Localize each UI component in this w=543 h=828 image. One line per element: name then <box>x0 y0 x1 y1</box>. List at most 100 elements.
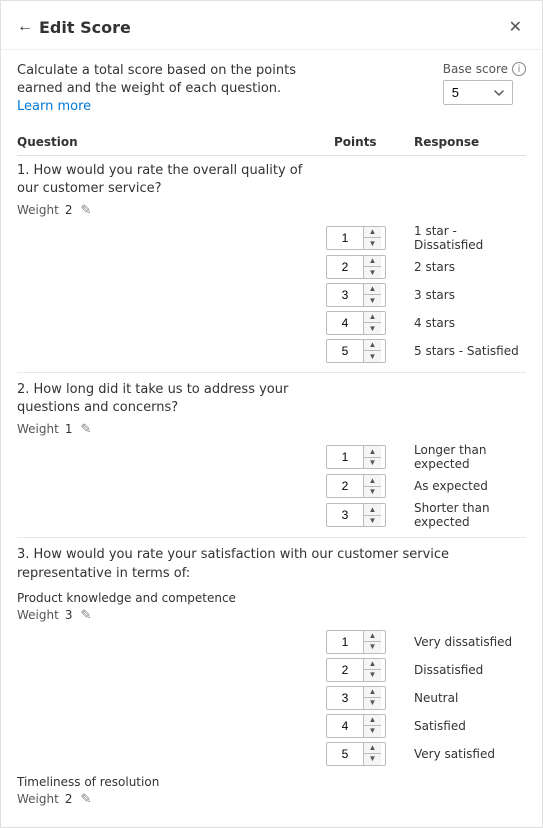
q2-r1-up[interactable]: ▲ <box>364 446 381 458</box>
close-button[interactable]: ✕ <box>505 15 526 39</box>
q1-r4-up[interactable]: ▲ <box>364 312 381 324</box>
q3-sub2-weight-row: Weight 2 ✎ <box>17 791 526 807</box>
table-row: ▲ ▼ 2 stars <box>17 254 526 280</box>
table-row: ▲ ▼ 1 star - Dissatisfied <box>17 224 526 252</box>
q3-r4-up[interactable]: ▲ <box>364 715 381 727</box>
q1-r5-up[interactable]: ▲ <box>364 340 381 352</box>
q1-meta: 1. How would you rate the overall qualit… <box>17 162 326 224</box>
q3-r3-down[interactable]: ▼ <box>364 698 381 709</box>
q1-r5-input[interactable] <box>327 340 363 362</box>
q1-r1-label: 1 star - Dissatisfied <box>406 224 526 252</box>
q3-r4-label: Satisfied <box>406 719 526 733</box>
q2-r3-up[interactable]: ▲ <box>364 504 381 516</box>
q1-r1-down[interactable]: ▼ <box>364 238 381 249</box>
table-row: ▲ ▼ Neutral <box>17 685 526 711</box>
q3-r5-label: Very satisfied <box>406 747 526 761</box>
q3-r4-input[interactable] <box>327 715 363 737</box>
back-button[interactable]: ← <box>17 16 39 38</box>
table-row: ▲ ▼ Shorter than expected <box>17 501 526 529</box>
q2-r2-label: As expected <box>406 479 526 493</box>
q1-edit-weight-button[interactable]: ✎ <box>78 202 93 218</box>
q3-sub1-label: Product knowledge and competence <box>17 591 326 605</box>
q3-r5-down[interactable]: ▼ <box>364 754 381 765</box>
col-response: Response <box>406 135 526 149</box>
q3-r1-input[interactable] <box>327 631 363 653</box>
table-row: ▲ ▼ 4 stars <box>17 310 526 336</box>
q2-r2-input[interactable] <box>327 475 363 497</box>
q1-responses: ▲ ▼ 1 star - Dissatisfied ▲ <box>17 224 526 364</box>
dialog-header: ← Edit Score ✕ <box>1 1 542 50</box>
q2-text: 2. How long did it take us to address yo… <box>17 381 326 417</box>
q2-header-row: 2. How long did it take us to address yo… <box>17 381 526 443</box>
q2-edit-weight-button[interactable]: ✎ <box>78 421 93 437</box>
q1-r2-input[interactable] <box>327 256 363 278</box>
q3-sub2-label: Timeliness of resolution <box>17 775 526 789</box>
q1-r5-label: 5 stars - Satisfied <box>406 344 526 358</box>
q2-r2-up[interactable]: ▲ <box>364 475 381 487</box>
q1-r2-down[interactable]: ▼ <box>364 267 381 278</box>
q1-header-row: 1. How would you rate the overall qualit… <box>17 162 526 224</box>
q2-r1-down[interactable]: ▼ <box>364 458 381 469</box>
q1-r4-input[interactable] <box>327 312 363 334</box>
q2-r1-label: Longer than expected <box>406 443 526 471</box>
q1-r2-label: 2 stars <box>406 260 526 274</box>
q3-r4-down[interactable]: ▼ <box>364 726 381 737</box>
q1-r1-spinner: ▲ ▼ <box>326 226 386 250</box>
q1-r4-label: 4 stars <box>406 316 526 330</box>
q3-r3-input[interactable] <box>327 687 363 709</box>
q2-r2-down[interactable]: ▼ <box>364 487 381 498</box>
intro-row: Calculate a total score based on the poi… <box>17 62 526 117</box>
q2-r3-down[interactable]: ▼ <box>364 516 381 527</box>
q3-r5-input[interactable] <box>327 743 363 765</box>
q3-sub1-meta: Product knowledge and competence Weight … <box>17 587 326 629</box>
q3-r2-label: Dissatisfied <box>406 663 526 677</box>
q1-r3-label: 3 stars <box>406 288 526 302</box>
q1-r1-up[interactable]: ▲ <box>364 227 381 239</box>
q1-text: 1. How would you rate the overall qualit… <box>17 162 326 198</box>
q3-sub1-weight-row: Weight 3 ✎ <box>17 607 326 623</box>
q1-r3-up[interactable]: ▲ <box>364 284 381 296</box>
q3-sub1-edit-weight-button[interactable]: ✎ <box>78 607 93 623</box>
q1-r5-down[interactable]: ▼ <box>364 351 381 362</box>
edit-score-dialog: ← Edit Score ✕ Calculate a total score b… <box>0 0 543 828</box>
q2-r3-label: Shorter than expected <box>406 501 526 529</box>
q3-r5-up[interactable]: ▲ <box>364 743 381 755</box>
q1-r1-input[interactable] <box>327 227 363 249</box>
base-score-group: Base score i 5 1 2 3 4 10 <box>443 62 526 105</box>
table-row: ▲ ▼ Very satisfied <box>17 741 526 767</box>
table-row: ▲ ▼ As expected <box>17 473 526 499</box>
col-question: Question <box>17 135 326 149</box>
q3-sub2-weight-value: 2 <box>65 792 73 806</box>
base-score-select[interactable]: 5 1 2 3 4 10 <box>443 80 513 105</box>
q1-r3-input[interactable] <box>327 284 363 306</box>
q1-r3-down[interactable]: ▼ <box>364 295 381 306</box>
q3-r2-up[interactable]: ▲ <box>364 659 381 671</box>
q3-r2-down[interactable]: ▼ <box>364 670 381 681</box>
q3-r3-label: Neutral <box>406 691 526 705</box>
table-row: ▲ ▼ Satisfied <box>17 713 526 739</box>
question-block-2: 2. How long did it take us to address yo… <box>17 381 526 529</box>
dialog-body: Calculate a total score based on the poi… <box>1 50 542 827</box>
q2-r3-input[interactable] <box>327 504 363 526</box>
q1-r4-down[interactable]: ▼ <box>364 323 381 334</box>
base-score-label: Base score i <box>443 62 526 76</box>
q2-responses: ▲ ▼ Longer than expected ▲ <box>17 443 526 529</box>
q3-r1-up[interactable]: ▲ <box>364 631 381 643</box>
q1-r2-up[interactable]: ▲ <box>364 256 381 268</box>
q2-weight-value: 1 <box>65 422 73 436</box>
learn-more-link[interactable]: Learn more <box>17 99 91 114</box>
q3-r2-input[interactable] <box>327 659 363 681</box>
table-header: Question Points Response <box>17 131 526 156</box>
q3-r1-label: Very dissatisfied <box>406 635 526 649</box>
q3-sub2-edit-weight-button[interactable]: ✎ <box>78 791 93 807</box>
q3-r1-down[interactable]: ▼ <box>364 642 381 653</box>
q1-weight-value: 2 <box>65 203 73 217</box>
dialog-title: Edit Score <box>39 18 505 37</box>
q2-meta: 2. How long did it take us to address yo… <box>17 381 326 443</box>
intro-text: Calculate a total score based on the poi… <box>17 62 307 117</box>
q3-r3-up[interactable]: ▲ <box>364 687 381 699</box>
q3-sub1-responses: ▲ ▼ Very dissatisfied ▲ <box>17 629 526 767</box>
q2-r1-input[interactable] <box>327 446 363 468</box>
divider-1 <box>17 372 526 373</box>
q3-text: 3. How would you rate your satisfaction … <box>17 546 526 582</box>
